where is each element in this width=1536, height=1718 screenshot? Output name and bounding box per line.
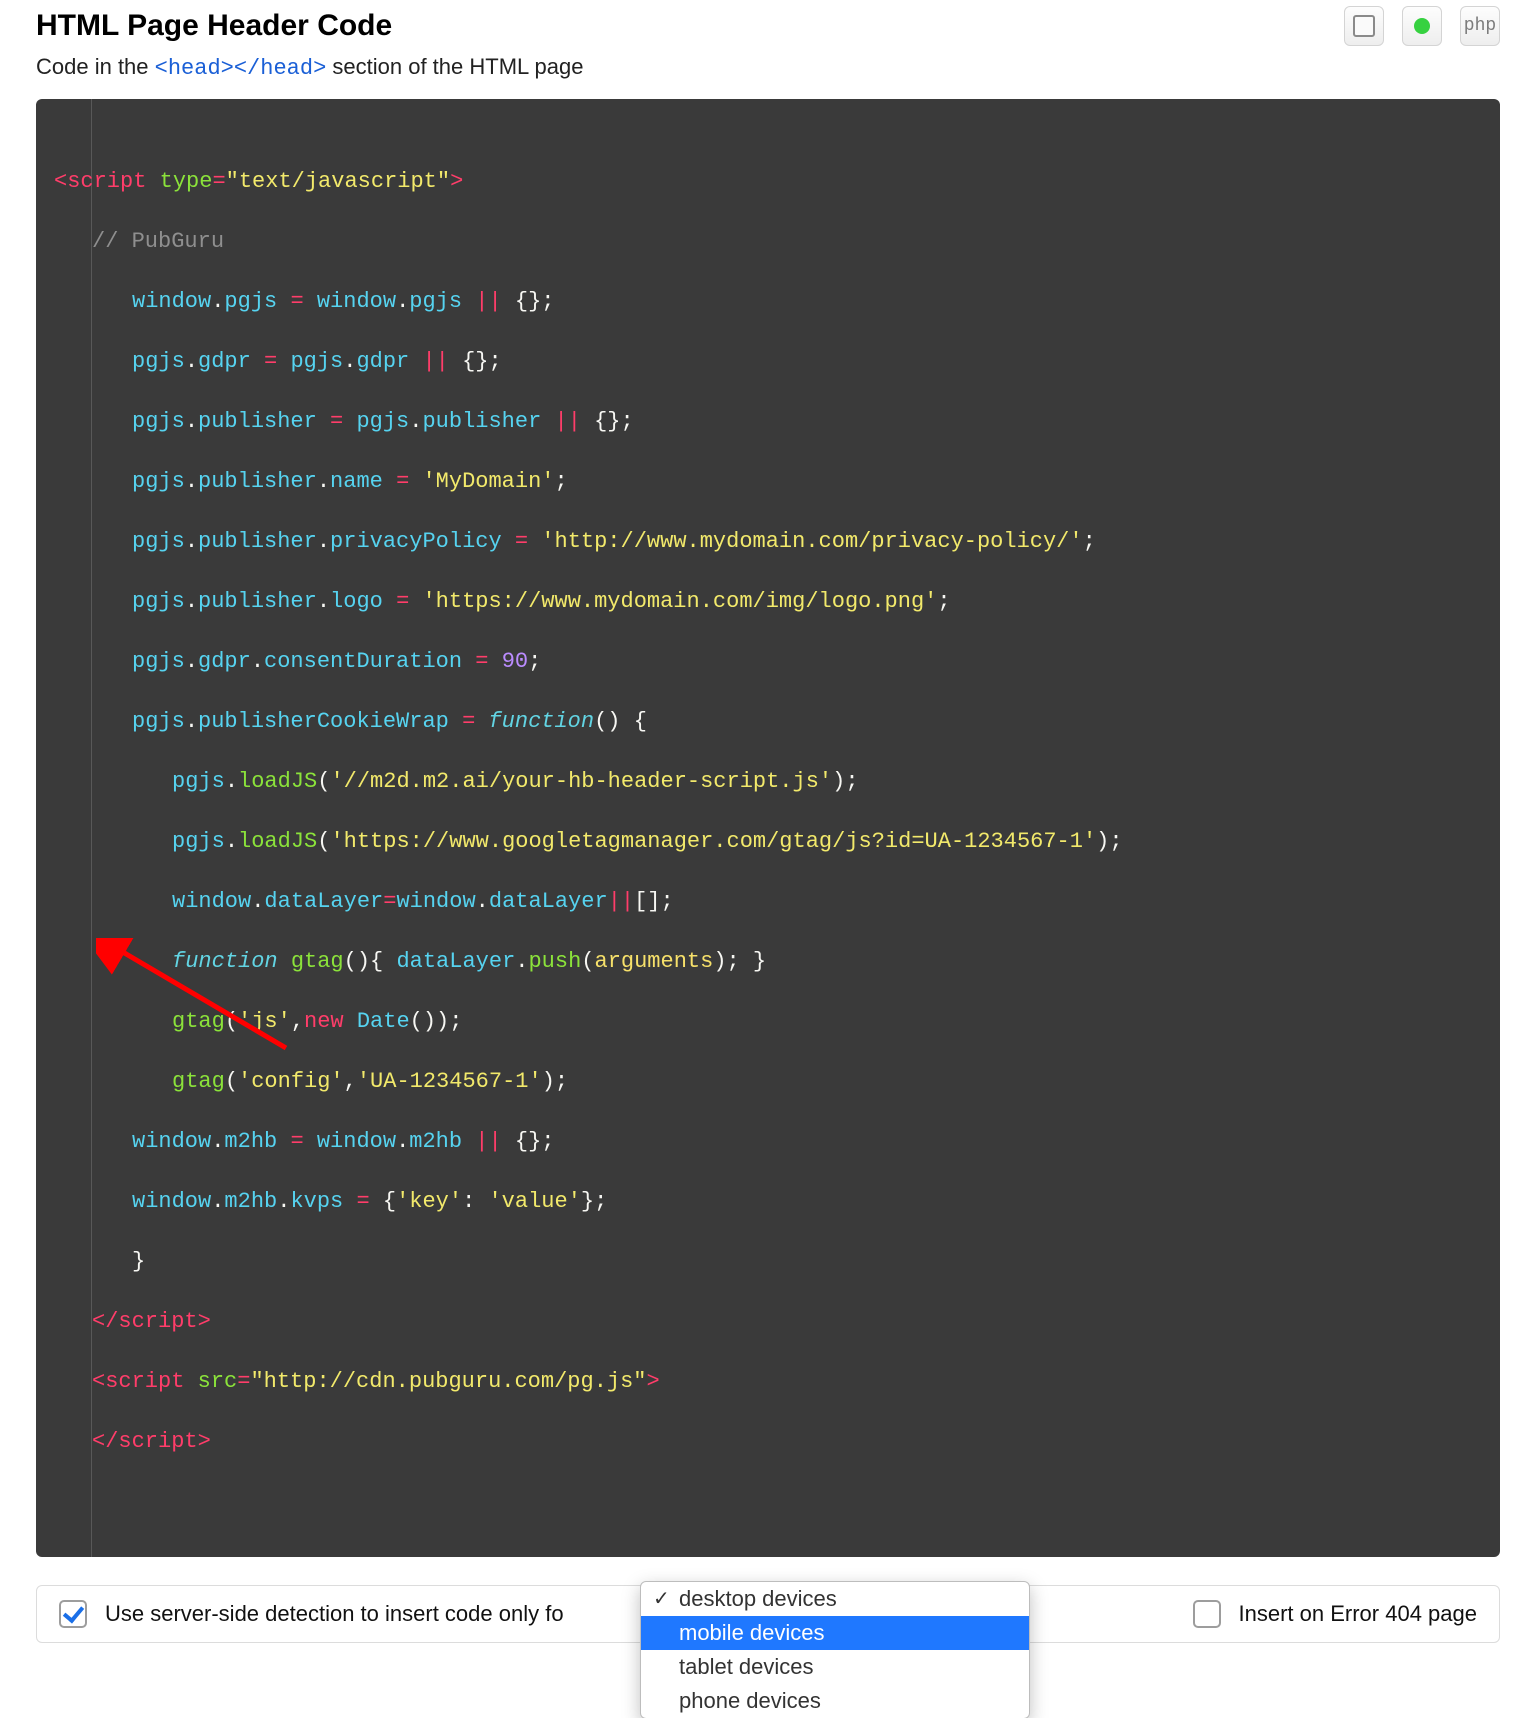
- device-option-3[interactable]: phone devices: [641, 1684, 1029, 1718]
- header-panel: HTML Page Header Code php Code in the <h…: [36, 0, 1500, 1557]
- status-enabled-icon[interactable]: [1402, 6, 1442, 46]
- server-side-label: Use server-side detection to insert code…: [105, 1601, 564, 1627]
- head-tag-literal: <head></head>: [155, 56, 327, 81]
- page-subtitle: Code in the <head></head> section of the…: [36, 54, 1500, 81]
- device-dropdown[interactable]: desktop devicesmobile devicestablet devi…: [640, 1581, 1030, 1718]
- device-option-0[interactable]: desktop devices: [641, 1582, 1029, 1616]
- error-404-label: Insert on Error 404 page: [1239, 1601, 1477, 1627]
- options-bar: Use server-side detection to insert code…: [36, 1585, 1500, 1643]
- server-side-checkbox[interactable]: [59, 1600, 87, 1628]
- code-editor[interactable]: <script type="text/javascript"> // PubGu…: [36, 99, 1500, 1557]
- page-title: HTML Page Header Code: [36, 9, 392, 43]
- device-option-1[interactable]: mobile devices: [641, 1616, 1029, 1650]
- device-option-2[interactable]: tablet devices: [641, 1650, 1029, 1684]
- php-mode-button[interactable]: php: [1460, 6, 1500, 46]
- device-toggle-icon[interactable]: [1344, 6, 1384, 46]
- error-404-checkbox[interactable]: [1193, 1600, 1221, 1628]
